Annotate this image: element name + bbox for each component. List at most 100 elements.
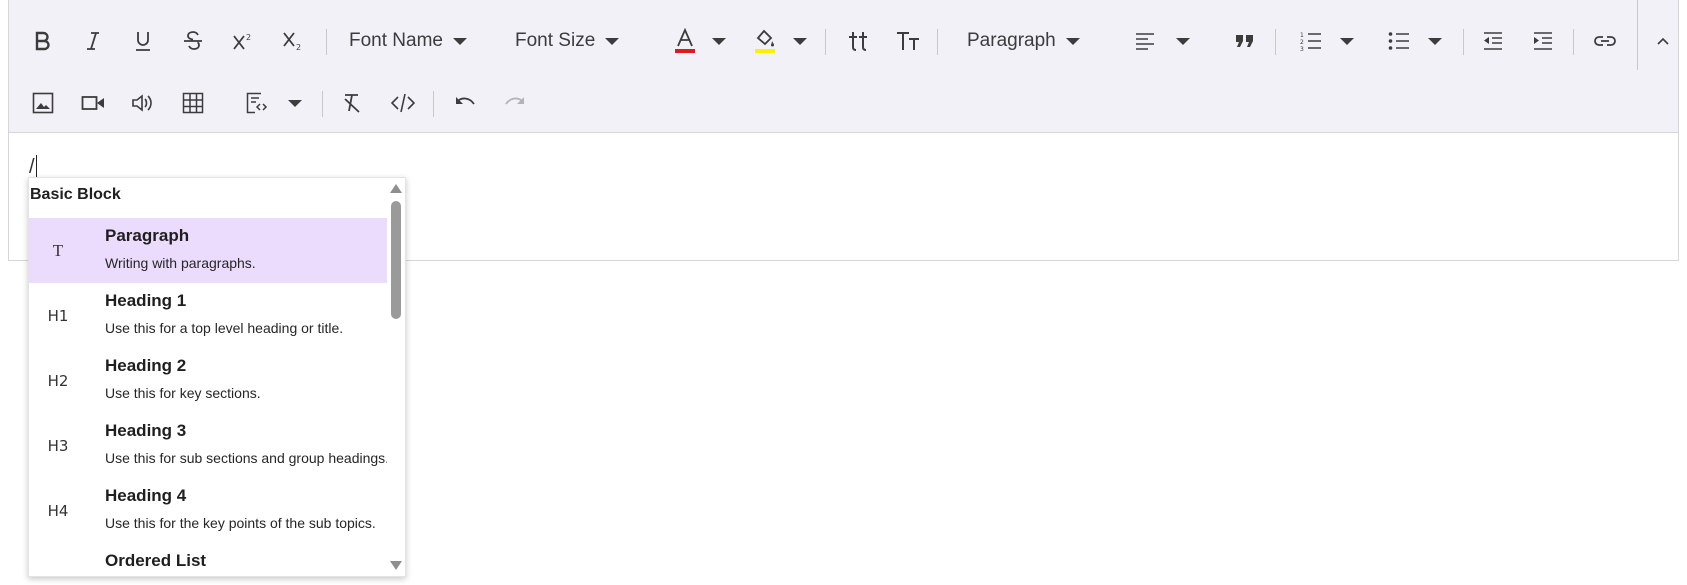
video-icon <box>81 96 104 110</box>
font-color-button[interactable] <box>665 10 705 72</box>
toolbar-separator <box>1573 29 1574 55</box>
font-size-dropdown[interactable]: Font Size <box>515 10 637 72</box>
paragraph-icon: T <box>52 240 64 260</box>
svg-text:3: 3 <box>1300 46 1304 51</box>
menu-item-description: Use this for sub sections and group head… <box>105 450 390 466</box>
menu-item-title: Heading 1 <box>105 291 187 310</box>
toolbar-separator <box>322 91 323 117</box>
superscript-button[interactable]: 2 <box>225 10 261 72</box>
menu-item-list: T Paragraph Writing with paragraphs. H1 … <box>29 218 390 576</box>
toolbar-row-2 <box>9 72 1678 134</box>
code-block-dropdown[interactable] <box>283 72 307 134</box>
unordered-list-button[interactable] <box>1381 10 1417 72</box>
menu-item-ordered-list[interactable]: 12 Ordered List <box>29 543 387 576</box>
ordered-list-icon: 123 <box>1300 32 1321 51</box>
source-code-button[interactable] <box>385 72 421 134</box>
italic-button[interactable] <box>75 10 111 72</box>
chevron-down-icon <box>712 37 726 45</box>
menu-item-title: Paragraph <box>105 226 190 245</box>
scrollbar-thumb[interactable] <box>391 201 401 319</box>
strikethrough-icon <box>184 31 202 50</box>
undo-button[interactable] <box>447 72 483 134</box>
toolbar-row-1: 2 2 Font Name Font Size Paragraph 1 2 3 <box>9 0 1681 72</box>
code-block-button[interactable] <box>239 72 275 134</box>
image-icon <box>32 92 54 114</box>
undo-icon <box>456 97 475 105</box>
heading-3-icon: H3 <box>47 436 69 455</box>
strikethrough-button[interactable] <box>175 10 211 72</box>
clear-format-icon <box>344 94 360 113</box>
redo-button[interactable] <box>497 72 533 134</box>
format-label: Paragraph <box>967 30 1056 51</box>
italic-icon <box>87 32 99 50</box>
chevron-down-icon <box>1428 37 1442 45</box>
insert-image-button[interactable] <box>25 72 61 134</box>
unordered-list-dropdown[interactable] <box>1423 10 1447 72</box>
toolbar-separator <box>1275 29 1276 55</box>
underline-button[interactable] <box>125 10 161 72</box>
menu-item-description: Use this for a top level heading or titl… <box>105 320 344 336</box>
code-block-icon <box>246 92 268 114</box>
format-dropdown[interactable]: Paragraph <box>967 10 1083 72</box>
background-color-dropdown[interactable] <box>788 10 812 72</box>
font-name-dropdown[interactable]: Font Name <box>349 10 483 72</box>
font-size-label: Font Size <box>515 30 596 51</box>
slash-command-menu: Basic Block T Paragraph Writing with par… <box>28 177 406 577</box>
menu-item-heading-1[interactable]: H1 Heading 1 Use this for a top level he… <box>29 283 387 348</box>
menu-item-heading-2[interactable]: H2 Heading 2 Use this for key sections. <box>29 348 387 413</box>
unordered-list-icon <box>1388 32 1409 50</box>
ordered-list-dropdown[interactable] <box>1335 10 1359 72</box>
background-color-button[interactable] <box>745 10 785 72</box>
menu-group-header: Basic Block <box>30 186 121 203</box>
ordered-list-button[interactable]: 123 <box>1293 10 1329 72</box>
lowercase-icon <box>849 32 867 51</box>
superscript-icon: 2 <box>233 33 251 50</box>
chevron-down-icon <box>288 99 302 107</box>
outdent-icon <box>1484 32 1502 50</box>
font-color-icon <box>675 28 695 53</box>
alignment-dropdown[interactable] <box>1171 10 1195 72</box>
menu-item-paragraph[interactable]: T Paragraph Writing with paragraphs. <box>29 218 387 283</box>
blockquote-icon <box>1236 35 1253 47</box>
chevron-down-icon <box>793 37 807 45</box>
scroll-down-arrow-icon[interactable] <box>390 561 402 570</box>
paint-bucket-icon <box>755 29 775 53</box>
outdent-button[interactable] <box>1475 10 1511 72</box>
bold-button[interactable] <box>25 10 61 72</box>
scroll-up-arrow-icon[interactable] <box>390 184 402 193</box>
lowercase-button[interactable] <box>839 10 879 72</box>
source-code-icon <box>391 93 415 113</box>
svg-text:2: 2 <box>296 43 301 52</box>
chevron-up-icon <box>1657 37 1669 45</box>
font-color-dropdown[interactable] <box>707 10 731 72</box>
audio-icon <box>132 94 152 112</box>
toolbar-separator <box>1463 29 1464 55</box>
insert-video-button[interactable] <box>75 72 111 134</box>
alignment-button[interactable] <box>1129 10 1161 72</box>
clear-format-button[interactable] <box>335 72 371 134</box>
toolbar-separator <box>433 91 434 117</box>
menu-item-title: Heading 2 <box>105 356 187 375</box>
editor-toolbar: 2 2 Font Name Font Size Paragraph 1 2 3 <box>9 0 1678 133</box>
menu-item-title: Ordered List <box>105 551 207 570</box>
toolbar-separator <box>825 29 826 55</box>
insert-table-button[interactable] <box>175 72 211 134</box>
toolbar-separator <box>1637 0 1638 70</box>
insert-link-button[interactable] <box>1587 10 1623 72</box>
subscript-button[interactable]: 2 <box>275 10 311 72</box>
toolbar-collapse-button[interactable] <box>1645 10 1681 72</box>
indent-button[interactable] <box>1525 10 1561 72</box>
uppercase-button[interactable] <box>888 10 928 72</box>
menu-item-heading-4[interactable]: H4 Heading 4 Use this for the key points… <box>29 478 387 543</box>
menu-item-heading-3[interactable]: H3 Heading 3 Use this for sub sections a… <box>29 413 390 478</box>
menu-scrollbar[interactable] <box>387 178 405 576</box>
subscript-icon: 2 <box>283 32 301 52</box>
insert-audio-button[interactable] <box>125 72 161 134</box>
redo-icon <box>505 97 524 105</box>
chevron-down-icon <box>1176 37 1190 45</box>
blockquote-button[interactable] <box>1227 10 1263 72</box>
underline-icon <box>136 32 150 51</box>
menu-item-description: Writing with paragraphs. <box>105 255 256 271</box>
svg-text:2: 2 <box>1300 39 1304 46</box>
align-left-icon <box>1136 33 1154 50</box>
